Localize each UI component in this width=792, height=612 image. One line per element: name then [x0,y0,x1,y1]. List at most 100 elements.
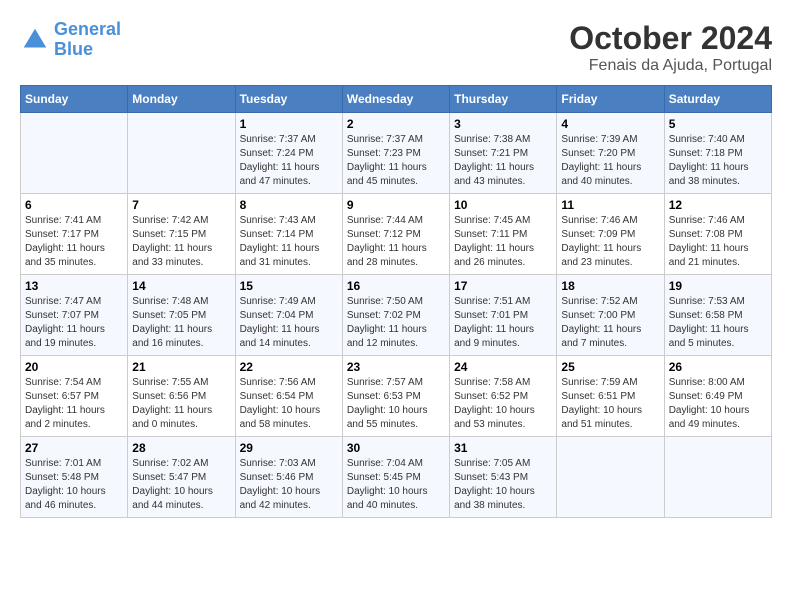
day-info: Sunrise: 7:01 AM Sunset: 5:48 PM Dayligh… [25,457,123,513]
week-row-5: 27 Sunrise: 7:01 AM Sunset: 5:48 PM Dayli… [21,437,772,518]
calendar-cell: 13 Sunrise: 7:47 AM Sunset: 7:07 PM Dayli… [21,275,128,356]
calendar-cell: 17 Sunrise: 7:51 AM Sunset: 7:01 PM Dayli… [450,275,557,356]
week-row-4: 20 Sunrise: 7:54 AM Sunset: 6:57 PM Dayli… [21,356,772,437]
day-number: 27 [25,441,123,455]
day-info: Sunrise: 7:44 AM Sunset: 7:12 PM Dayligh… [347,214,445,270]
day-info: Sunrise: 7:04 AM Sunset: 5:45 PM Dayligh… [347,457,445,513]
day-info: Sunrise: 7:45 AM Sunset: 7:11 PM Dayligh… [454,214,552,270]
calendar-cell: 22Sunrise: 7:56 AM Sunset: 6:54 PM Dayli… [235,356,342,437]
day-info: Sunrise: 7:05 AM Sunset: 5:43 PM Dayligh… [454,457,552,513]
day-info: Sunrise: 8:00 AM Sunset: 6:49 PM Dayligh… [669,376,767,432]
day-number: 20 [25,360,123,374]
calendar-cell: 28 Sunrise: 7:02 AM Sunset: 5:47 PM Dayli… [128,437,235,518]
day-number: 21 [132,360,230,374]
day-info: Sunrise: 7:46 AM Sunset: 7:09 PM Dayligh… [561,214,659,270]
calendar-cell: 14Sunrise: 7:48 AM Sunset: 7:05 PM Dayli… [128,275,235,356]
calendar-cell: 31 Sunrise: 7:05 AM Sunset: 5:43 PM Dayli… [450,437,557,518]
calendar-table: SundayMondayTuesdayWednesdayThursdayFrid… [20,85,772,518]
day-info: Sunrise: 7:58 AM Sunset: 6:52 PM Dayligh… [454,376,552,432]
day-number: 2 [347,117,445,131]
week-row-1: 1 Sunrise: 7:37 AM Sunset: 7:24 PM Daylig… [21,113,772,194]
day-info: Sunrise: 7:48 AM Sunset: 7:05 PM Dayligh… [132,295,230,351]
day-number: 13 [25,279,123,293]
calendar-cell: 9 Sunrise: 7:44 AM Sunset: 7:12 PM Daylig… [342,194,449,275]
day-info: Sunrise: 7:50 AM Sunset: 7:02 PM Dayligh… [347,295,445,351]
calendar-cell: 7 Sunrise: 7:42 AM Sunset: 7:15 PM Daylig… [128,194,235,275]
calendar-cell: 19Sunrise: 7:53 AM Sunset: 6:58 PM Dayli… [664,275,771,356]
calendar-cell: 21 Sunrise: 7:55 AM Sunset: 6:56 PM Dayli… [128,356,235,437]
calendar-cell [557,437,664,518]
header-row: SundayMondayTuesdayWednesdayThursdayFrid… [21,86,772,113]
day-number: 24 [454,360,552,374]
day-info: Sunrise: 7:47 AM Sunset: 7:07 PM Dayligh… [25,295,123,351]
day-info: Sunrise: 7:43 AM Sunset: 7:14 PM Dayligh… [240,214,338,270]
logo-line2: Blue [54,39,93,59]
column-header-friday: Friday [557,86,664,113]
calendar-cell: 2 Sunrise: 7:37 AM Sunset: 7:23 PM Daylig… [342,113,449,194]
day-info: Sunrise: 7:41 AM Sunset: 7:17 PM Dayligh… [25,214,123,270]
day-number: 16 [347,279,445,293]
day-number: 15 [240,279,338,293]
calendar-cell: 15 Sunrise: 7:49 AM Sunset: 7:04 PM Dayli… [235,275,342,356]
day-info: Sunrise: 7:39 AM Sunset: 7:20 PM Dayligh… [561,133,659,189]
week-row-2: 6 Sunrise: 7:41 AM Sunset: 7:17 PM Daylig… [21,194,772,275]
column-header-wednesday: Wednesday [342,86,449,113]
day-info: Sunrise: 7:59 AM Sunset: 6:51 PM Dayligh… [561,376,659,432]
day-info: Sunrise: 7:42 AM Sunset: 7:15 PM Dayligh… [132,214,230,270]
calendar-cell: 16 Sunrise: 7:50 AM Sunset: 7:02 PM Dayli… [342,275,449,356]
day-number: 17 [454,279,552,293]
calendar-cell: 8Sunrise: 7:43 AM Sunset: 7:14 PM Daylig… [235,194,342,275]
day-number: 6 [25,198,123,212]
day-number: 31 [454,441,552,455]
day-info: Sunrise: 7:55 AM Sunset: 6:56 PM Dayligh… [132,376,230,432]
page-header: General Blue October 2024 Fenais da Ajud… [20,20,772,75]
calendar-cell: 5 Sunrise: 7:40 AM Sunset: 7:18 PM Daylig… [664,113,771,194]
day-number: 5 [669,117,767,131]
day-number: 28 [132,441,230,455]
day-number: 11 [561,198,659,212]
day-number: 4 [561,117,659,131]
calendar-cell [128,113,235,194]
day-number: 7 [132,198,230,212]
calendar-cell: 29Sunrise: 7:03 AM Sunset: 5:46 PM Dayli… [235,437,342,518]
day-info: Sunrise: 7:57 AM Sunset: 6:53 PM Dayligh… [347,376,445,432]
day-info: Sunrise: 7:03 AM Sunset: 5:46 PM Dayligh… [240,457,338,513]
calendar-cell: 11 Sunrise: 7:46 AM Sunset: 7:09 PM Dayli… [557,194,664,275]
calendar-cell: 20 Sunrise: 7:54 AM Sunset: 6:57 PM Dayli… [21,356,128,437]
day-number: 1 [240,117,338,131]
calendar-cell: 10 Sunrise: 7:45 AM Sunset: 7:11 PM Dayli… [450,194,557,275]
day-info: Sunrise: 7:54 AM Sunset: 6:57 PM Dayligh… [25,376,123,432]
day-info: Sunrise: 7:46 AM Sunset: 7:08 PM Dayligh… [669,214,767,270]
day-number: 9 [347,198,445,212]
day-number: 18 [561,279,659,293]
calendar-cell: 25 Sunrise: 7:59 AM Sunset: 6:51 PM Dayli… [557,356,664,437]
day-info: Sunrise: 7:37 AM Sunset: 7:23 PM Dayligh… [347,133,445,189]
calendar-title: October 2024 [569,20,772,57]
calendar-subtitle: Fenais da Ajuda, Portugal [569,57,772,75]
day-info: Sunrise: 7:02 AM Sunset: 5:47 PM Dayligh… [132,457,230,513]
calendar-cell: 4 Sunrise: 7:39 AM Sunset: 7:20 PM Daylig… [557,113,664,194]
day-info: Sunrise: 7:52 AM Sunset: 7:00 PM Dayligh… [561,295,659,351]
column-header-monday: Monday [128,86,235,113]
day-number: 25 [561,360,659,374]
calendar-cell: 6 Sunrise: 7:41 AM Sunset: 7:17 PM Daylig… [21,194,128,275]
logo-icon [20,25,50,55]
day-number: 26 [669,360,767,374]
day-info: Sunrise: 7:53 AM Sunset: 6:58 PM Dayligh… [669,295,767,351]
logo-text: General Blue [54,20,121,60]
column-header-tuesday: Tuesday [235,86,342,113]
column-header-saturday: Saturday [664,86,771,113]
calendar-cell [664,437,771,518]
day-info: Sunrise: 7:49 AM Sunset: 7:04 PM Dayligh… [240,295,338,351]
calendar-cell: 27 Sunrise: 7:01 AM Sunset: 5:48 PM Dayli… [21,437,128,518]
day-info: Sunrise: 7:40 AM Sunset: 7:18 PM Dayligh… [669,133,767,189]
day-info: Sunrise: 7:51 AM Sunset: 7:01 PM Dayligh… [454,295,552,351]
calendar-cell: 26 Sunrise: 8:00 AM Sunset: 6:49 PM Dayli… [664,356,771,437]
day-info: Sunrise: 7:37 AM Sunset: 7:24 PM Dayligh… [240,133,338,189]
calendar-cell: 30Sunrise: 7:04 AM Sunset: 5:45 PM Dayli… [342,437,449,518]
calendar-cell: 12Sunrise: 7:46 AM Sunset: 7:08 PM Dayli… [664,194,771,275]
calendar-cell: 3Sunrise: 7:38 AM Sunset: 7:21 PM Daylig… [450,113,557,194]
day-number: 10 [454,198,552,212]
calendar-cell: 18 Sunrise: 7:52 AM Sunset: 7:00 PM Dayli… [557,275,664,356]
calendar-cell: 23Sunrise: 7:57 AM Sunset: 6:53 PM Dayli… [342,356,449,437]
